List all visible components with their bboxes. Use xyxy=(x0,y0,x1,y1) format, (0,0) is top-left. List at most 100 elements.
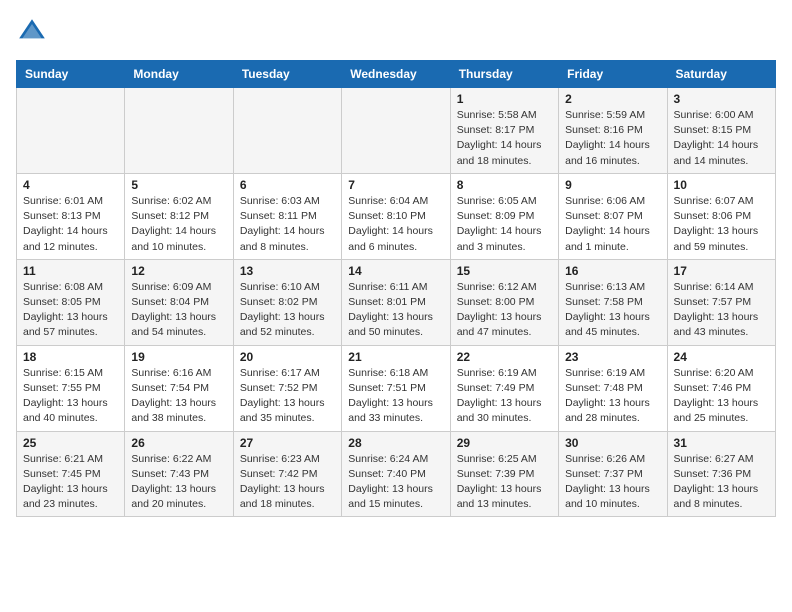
calendar-cell: 25 Sunrise: 6:21 AM Sunset: 7:45 PM Dayli… xyxy=(17,431,125,517)
day-info: Sunrise: 6:19 AM Sunset: 7:48 PM Dayligh… xyxy=(565,366,660,427)
day-number: 18 xyxy=(23,350,118,364)
day-number: 21 xyxy=(348,350,443,364)
day-number: 1 xyxy=(457,92,552,106)
calendar-cell: 31 Sunrise: 6:27 AM Sunset: 7:36 PM Dayli… xyxy=(667,431,775,517)
calendar-cell: 3 Sunrise: 6:00 AM Sunset: 8:15 PM Daylig… xyxy=(667,88,775,174)
day-info: Sunrise: 6:07 AM Sunset: 8:06 PM Dayligh… xyxy=(674,194,769,255)
calendar-cell: 17 Sunrise: 6:14 AM Sunset: 7:57 PM Dayli… xyxy=(667,259,775,345)
calendar-cell: 14 Sunrise: 6:11 AM Sunset: 8:01 PM Dayli… xyxy=(342,259,450,345)
day-info: Sunrise: 6:12 AM Sunset: 8:00 PM Dayligh… xyxy=(457,280,552,341)
calendar-cell: 5 Sunrise: 6:02 AM Sunset: 8:12 PM Daylig… xyxy=(125,173,233,259)
calendar-cell: 21 Sunrise: 6:18 AM Sunset: 7:51 PM Dayli… xyxy=(342,345,450,431)
day-number: 24 xyxy=(674,350,769,364)
calendar-cell: 20Sunrise: 6:17 AM Sunset: 7:52 PM Dayli… xyxy=(233,345,341,431)
calendar-cell: 19 Sunrise: 6:16 AM Sunset: 7:54 PM Dayli… xyxy=(125,345,233,431)
day-number: 11 xyxy=(23,264,118,278)
weekday-header-thursday: Thursday xyxy=(450,61,558,88)
calendar-cell: 4 Sunrise: 6:01 AM Sunset: 8:13 PM Daylig… xyxy=(17,173,125,259)
day-info: Sunrise: 6:08 AM Sunset: 8:05 PM Dayligh… xyxy=(23,280,118,341)
day-info: Sunrise: 6:20 AM Sunset: 7:46 PM Dayligh… xyxy=(674,366,769,427)
calendar-table: SundayMondayTuesdayWednesdayThursdayFrid… xyxy=(16,60,776,517)
calendar-cell: 30 Sunrise: 6:26 AM Sunset: 7:37 PM Dayli… xyxy=(559,431,667,517)
day-info: Sunrise: 6:15 AM Sunset: 7:55 PM Dayligh… xyxy=(23,366,118,427)
day-number: 19 xyxy=(131,350,226,364)
logo-icon xyxy=(16,16,48,48)
day-info: Sunrise: 6:22 AM Sunset: 7:43 PM Dayligh… xyxy=(131,452,226,513)
calendar-cell: 24 Sunrise: 6:20 AM Sunset: 7:46 PM Dayli… xyxy=(667,345,775,431)
calendar-cell: 2Sunrise: 5:59 AM Sunset: 8:16 PM Daylig… xyxy=(559,88,667,174)
day-info: Sunrise: 6:13 AM Sunset: 7:58 PM Dayligh… xyxy=(565,280,660,341)
calendar-cell xyxy=(125,88,233,174)
day-number: 28 xyxy=(348,436,443,450)
calendar-cell: 9 Sunrise: 6:06 AM Sunset: 8:07 PM Daylig… xyxy=(559,173,667,259)
page-header xyxy=(16,16,776,48)
calendar-cell xyxy=(17,88,125,174)
day-number: 30 xyxy=(565,436,660,450)
day-info: Sunrise: 6:02 AM Sunset: 8:12 PM Dayligh… xyxy=(131,194,226,255)
day-info: Sunrise: 6:16 AM Sunset: 7:54 PM Dayligh… xyxy=(131,366,226,427)
calendar-cell: 1 Sunrise: 5:58 AM Sunset: 8:17 PM Daylig… xyxy=(450,88,558,174)
day-number: 20 xyxy=(240,350,335,364)
calendar-cell: 27Sunrise: 6:23 AM Sunset: 7:42 PM Dayli… xyxy=(233,431,341,517)
day-number: 10 xyxy=(674,178,769,192)
day-number: 4 xyxy=(23,178,118,192)
weekday-header-sunday: Sunday xyxy=(17,61,125,88)
day-info: Sunrise: 6:11 AM Sunset: 8:01 PM Dayligh… xyxy=(348,280,443,341)
calendar-cell: 13 Sunrise: 6:10 AM Sunset: 8:02 PM Dayli… xyxy=(233,259,341,345)
calendar-cell: 12 Sunrise: 6:09 AM Sunset: 8:04 PM Dayli… xyxy=(125,259,233,345)
day-info: Sunrise: 6:14 AM Sunset: 7:57 PM Dayligh… xyxy=(674,280,769,341)
day-number: 16 xyxy=(565,264,660,278)
day-number: 27 xyxy=(240,436,335,450)
day-number: 12 xyxy=(131,264,226,278)
weekday-header-saturday: Saturday xyxy=(667,61,775,88)
calendar-cell: 18 Sunrise: 6:15 AM Sunset: 7:55 PM Dayli… xyxy=(17,345,125,431)
day-number: 5 xyxy=(131,178,226,192)
calendar-cell: 6 Sunrise: 6:03 AM Sunset: 8:11 PM Daylig… xyxy=(233,173,341,259)
calendar-cell: 11 Sunrise: 6:08 AM Sunset: 8:05 PM Dayli… xyxy=(17,259,125,345)
day-number: 14 xyxy=(348,264,443,278)
day-info: Sunrise: 6:18 AM Sunset: 7:51 PM Dayligh… xyxy=(348,366,443,427)
day-number: 31 xyxy=(674,436,769,450)
day-info: Sunrise: 6:10 AM Sunset: 8:02 PM Dayligh… xyxy=(240,280,335,341)
day-info: Sunrise: 6:09 AM Sunset: 8:04 PM Dayligh… xyxy=(131,280,226,341)
calendar-cell xyxy=(342,88,450,174)
calendar-cell: 23 Sunrise: 6:19 AM Sunset: 7:48 PM Dayli… xyxy=(559,345,667,431)
day-number: 25 xyxy=(23,436,118,450)
calendar-cell: 7Sunrise: 6:04 AM Sunset: 8:10 PM Daylig… xyxy=(342,173,450,259)
logo xyxy=(16,16,52,48)
calendar-cell: 16 Sunrise: 6:13 AM Sunset: 7:58 PM Dayli… xyxy=(559,259,667,345)
day-info: Sunrise: 6:01 AM Sunset: 8:13 PM Dayligh… xyxy=(23,194,118,255)
weekday-header-wednesday: Wednesday xyxy=(342,61,450,88)
day-info: Sunrise: 6:21 AM Sunset: 7:45 PM Dayligh… xyxy=(23,452,118,513)
day-info: Sunrise: 6:00 AM Sunset: 8:15 PM Dayligh… xyxy=(674,108,769,169)
day-info: Sunrise: 5:58 AM Sunset: 8:17 PM Dayligh… xyxy=(457,108,552,169)
day-info: Sunrise: 6:26 AM Sunset: 7:37 PM Dayligh… xyxy=(565,452,660,513)
calendar-cell xyxy=(233,88,341,174)
day-number: 22 xyxy=(457,350,552,364)
day-number: 29 xyxy=(457,436,552,450)
day-info: Sunrise: 6:06 AM Sunset: 8:07 PM Dayligh… xyxy=(565,194,660,255)
day-number: 6 xyxy=(240,178,335,192)
day-number: 2 xyxy=(565,92,660,106)
calendar-cell: 8 Sunrise: 6:05 AM Sunset: 8:09 PM Daylig… xyxy=(450,173,558,259)
day-number: 23 xyxy=(565,350,660,364)
day-number: 13 xyxy=(240,264,335,278)
day-info: Sunrise: 6:05 AM Sunset: 8:09 PM Dayligh… xyxy=(457,194,552,255)
day-info: Sunrise: 6:04 AM Sunset: 8:10 PM Dayligh… xyxy=(348,194,443,255)
calendar-cell: 22Sunrise: 6:19 AM Sunset: 7:49 PM Dayli… xyxy=(450,345,558,431)
weekday-header-monday: Monday xyxy=(125,61,233,88)
day-number: 8 xyxy=(457,178,552,192)
day-info: Sunrise: 6:25 AM Sunset: 7:39 PM Dayligh… xyxy=(457,452,552,513)
day-number: 17 xyxy=(674,264,769,278)
calendar-cell: 26Sunrise: 6:22 AM Sunset: 7:43 PM Dayli… xyxy=(125,431,233,517)
day-info: Sunrise: 6:27 AM Sunset: 7:36 PM Dayligh… xyxy=(674,452,769,513)
day-number: 3 xyxy=(674,92,769,106)
day-number: 15 xyxy=(457,264,552,278)
day-info: Sunrise: 6:24 AM Sunset: 7:40 PM Dayligh… xyxy=(348,452,443,513)
day-number: 9 xyxy=(565,178,660,192)
day-info: Sunrise: 6:03 AM Sunset: 8:11 PM Dayligh… xyxy=(240,194,335,255)
calendar-cell: 15 Sunrise: 6:12 AM Sunset: 8:00 PM Dayli… xyxy=(450,259,558,345)
calendar-cell: 28 Sunrise: 6:24 AM Sunset: 7:40 PM Dayli… xyxy=(342,431,450,517)
weekday-header-friday: Friday xyxy=(559,61,667,88)
weekday-header-tuesday: Tuesday xyxy=(233,61,341,88)
